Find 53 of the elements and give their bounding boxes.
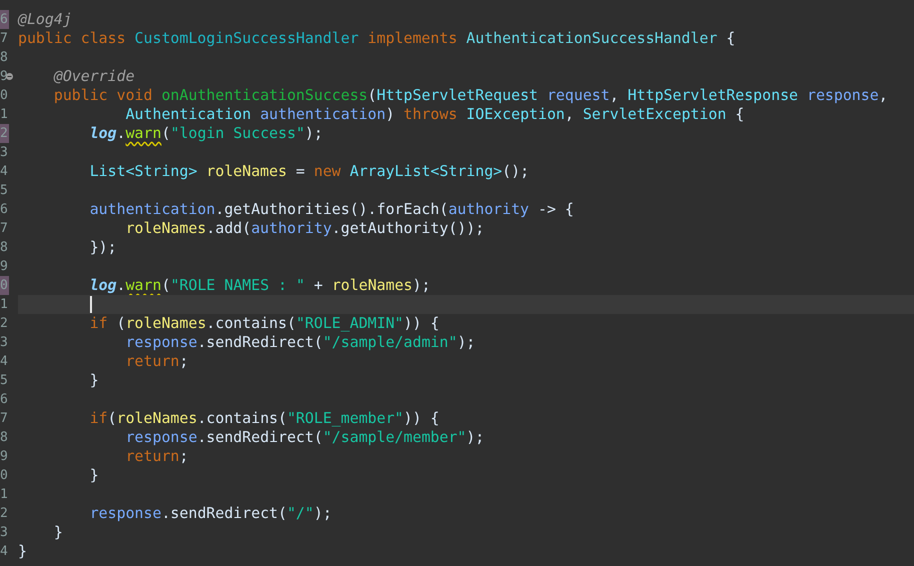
line-number: 5 (0, 372, 9, 390)
line-number: 4 (0, 353, 9, 371)
line-number: 1 (0, 296, 9, 314)
line-number: 3 (0, 334, 9, 352)
line-number: 7 (0, 30, 9, 48)
code-line: return; (124, 352, 188, 370)
code-line: } (18, 542, 27, 560)
line-number: 2 (0, 124, 9, 143)
code-line: log.warn("ROLE NAMES : " + roleNames); (88, 276, 430, 294)
code-line: response.sendRedirect("/"); (88, 504, 332, 522)
code-line: } (88, 466, 99, 484)
code-line: if (roleNames.contains("ROLE_ADMIN")) { (88, 314, 440, 332)
code-line: List<String> roleNames = new ArrayList<String>(); (88, 162, 530, 180)
code-line: response.sendRedirect("/sample/member"); (124, 428, 484, 446)
line-number: 2 (0, 505, 9, 523)
code-line: } (52, 523, 63, 541)
code-line: log.warn("login Success"); (88, 124, 323, 142)
line-number: 1 (0, 106, 9, 124)
line-number: 7 (0, 220, 9, 238)
line-number: 8 (0, 429, 9, 447)
line-number: 9 (0, 258, 9, 276)
code-line: public void onAuthenticationSuccess(HttpServletRequest request, HttpServletResponse response, (52, 86, 888, 104)
line-number: 4 (0, 163, 9, 181)
line-number: 6 (0, 10, 9, 29)
code-line: } (88, 371, 99, 389)
line-number: 0 (0, 276, 9, 295)
code-line: if(roleNames.contains("ROLE_member")) { (88, 409, 440, 427)
line-number: 4 (0, 543, 9, 561)
code-line: roleNames.add(authority.getAuthority()); (124, 219, 484, 237)
code-line: @Override (52, 67, 135, 85)
code-line: authentication.getAuthorities().forEach(authority -> { (88, 200, 574, 218)
line-number: 8 (0, 239, 9, 257)
code-line: return; (124, 447, 188, 465)
line-number: 3 (0, 524, 9, 542)
text-cursor (90, 296, 92, 313)
code-line: }); (88, 238, 117, 256)
line-number: 1 (0, 486, 9, 504)
line-number: 0 (0, 467, 9, 485)
line-number: 9 (0, 448, 9, 466)
code-line: Authentication authentication) throws IOException, ServletException { (124, 105, 744, 123)
line-number: 2 (0, 315, 9, 333)
line-number: 9 (0, 68, 9, 86)
code-line: @Log4j (18, 10, 72, 28)
line-number: 3 (0, 144, 9, 162)
code-line: response.sendRedirect("/sample/admin"); (124, 333, 476, 351)
line-number: 7 (0, 410, 9, 428)
line-number: 8 (0, 49, 9, 67)
line-number: 6 (0, 391, 9, 409)
code-line: public class CustomLoginSuccessHandler implements AuthenticationSuccessHandler { (18, 29, 736, 47)
fold-icon[interactable] (6, 73, 13, 80)
line-number: 0 (0, 87, 9, 105)
line-number: 6 (0, 201, 9, 219)
line-number: 5 (0, 182, 9, 200)
